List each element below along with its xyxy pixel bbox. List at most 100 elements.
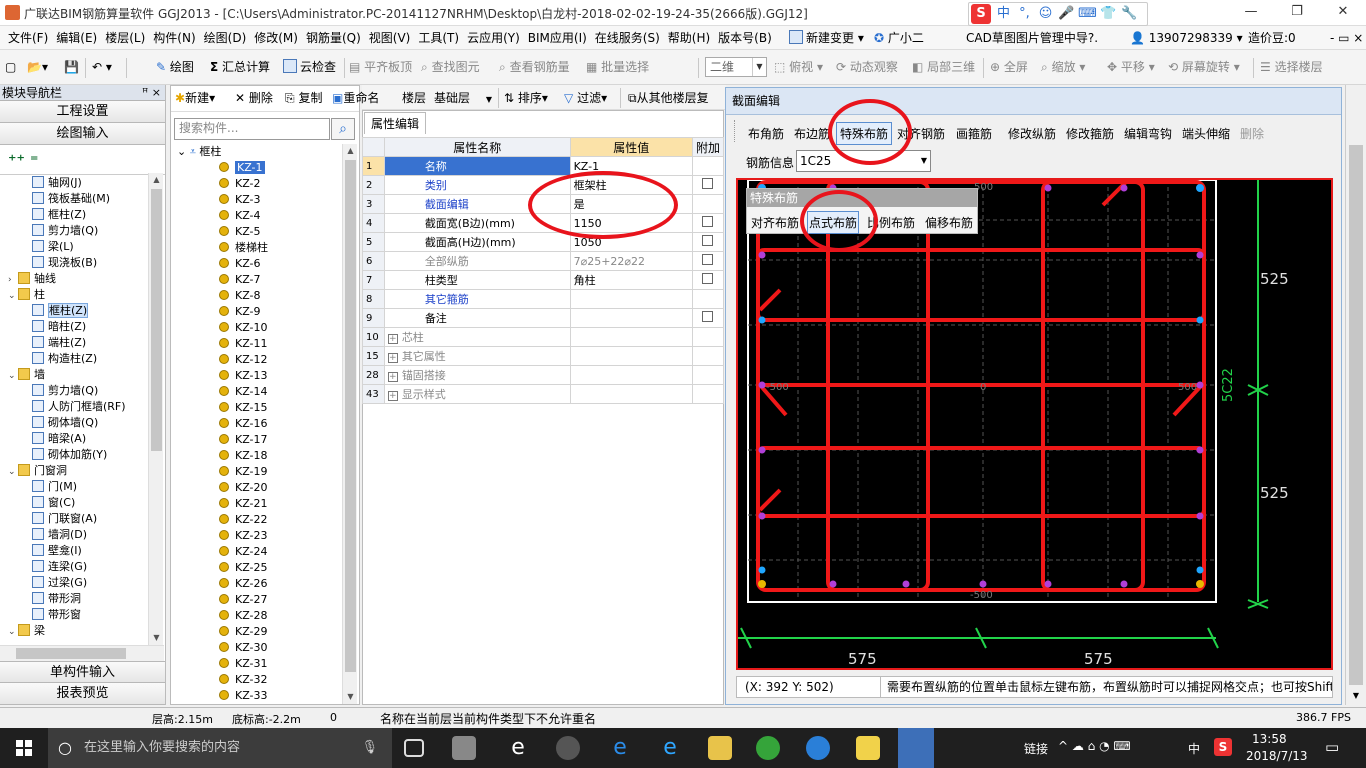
component-item[interactable]: KZ-26 (171, 576, 341, 592)
component-item[interactable]: KZ-22 (171, 512, 341, 528)
menu-draw[interactable]: 绘图(D) (200, 26, 251, 50)
start-button[interactable] (0, 728, 48, 768)
nav-tree-item[interactable]: ⌄ 梁 (0, 623, 165, 639)
edge-rebar-button[interactable]: 布边筋 (794, 125, 830, 142)
corner-rebar-button[interactable]: 布角筋 (748, 125, 784, 142)
rotate-button[interactable]: ⟲ 屏幕旋转 ▾ (1168, 59, 1240, 75)
ime-skin-icon[interactable]: 👕 (1098, 3, 1119, 25)
nav-tree-item[interactable]: 墙洞(D) (0, 527, 165, 543)
save-icon[interactable]: 💾 (64, 59, 79, 75)
menu-tools[interactable]: 工具(T) (414, 26, 463, 50)
project-settings-button[interactable]: 工程设置 (0, 101, 165, 123)
nav-tree-item[interactable]: 过梁(G) (0, 575, 165, 591)
edge-icon[interactable]: e (608, 736, 632, 760)
nav-tree-item[interactable]: 暗梁(A) (0, 431, 165, 447)
component-item[interactable]: KZ-17 (171, 432, 341, 448)
component-item[interactable]: KZ-23 (171, 528, 341, 544)
menu-modify[interactable]: 修改(M) (250, 26, 302, 50)
app-green-icon[interactable] (756, 736, 780, 760)
component-item[interactable]: KZ-33 (171, 688, 341, 704)
user-account[interactable]: 👤 13907298339 ▾ (1130, 26, 1243, 50)
component-item[interactable]: KZ-7 (171, 272, 341, 288)
menu-help[interactable]: 帮助(H) (664, 26, 714, 50)
nav-tree-item[interactable]: ⌄ 墙 (0, 367, 165, 383)
modify-stirrup-button[interactable]: 修改箍筋 (1066, 125, 1114, 142)
property-row[interactable]: 1 名称 KZ-1 (362, 156, 725, 176)
nav-tree-item[interactable]: ⌄ 柱 (0, 287, 165, 303)
property-extra[interactable] (691, 213, 725, 233)
local-3d-button[interactable]: ◧ 局部三维 (912, 59, 975, 75)
property-row[interactable]: 6 全部纵筋 7⌀25+22⌀22 (362, 251, 725, 271)
ime-punct[interactable]: °, (1014, 3, 1035, 25)
find-element-button[interactable]: ⌕ 查找图元 (421, 59, 480, 75)
extra-checkbox[interactable] (702, 311, 714, 322)
collapse-all-icon[interactable]: ⁼ (30, 151, 38, 170)
section-canvas[interactable]: -500 0 500 500 -500 525 525 575 575 5C22 (736, 178, 1333, 670)
ime-keyboard-icon[interactable]: ⌨ (1077, 3, 1098, 25)
new-file-icon[interactable]: ▢ (5, 59, 16, 75)
component-item[interactable]: KZ-19 (171, 464, 341, 480)
property-extra[interactable] (691, 308, 725, 328)
nav-tree-item[interactable]: ⌄ 门窗洞 (0, 463, 165, 479)
component-item[interactable]: KZ-25 (171, 560, 341, 576)
component-item[interactable]: KZ-3 (171, 192, 341, 208)
clock-time[interactable]: 13:58 (1252, 732, 1287, 746)
component-item[interactable]: KZ-29 (171, 624, 341, 640)
property-row[interactable]: 15 + 其它属性 (362, 346, 725, 366)
component-item[interactable]: KZ-30 (171, 640, 341, 656)
menu-view[interactable]: 视图(V) (365, 26, 415, 50)
property-value[interactable]: 角柱 (569, 270, 693, 290)
nav-tree-item[interactable]: 现浇板(B) (0, 255, 165, 271)
extra-checkbox[interactable] (702, 216, 714, 227)
property-value[interactable] (569, 384, 693, 404)
nav-tree-item[interactable]: 框柱(Z) (0, 207, 165, 223)
minimize-button[interactable]: — (1228, 0, 1274, 26)
cloud-check-button[interactable]: 云检查 (283, 59, 336, 75)
tree-toggle-icon[interactable]: ⌄ (8, 288, 18, 304)
component-item[interactable]: KZ-28 (171, 608, 341, 624)
new-change-button[interactable]: 新建变更 ▾ (789, 26, 864, 50)
nav-tree-item[interactable]: › 轴线 (0, 271, 165, 287)
offset-layout-button[interactable]: 偏移布筋 (925, 214, 973, 231)
new-component-button[interactable]: ✱新建▾ (175, 90, 215, 106)
component-item[interactable]: KZ-8 (171, 288, 341, 304)
menu-rebar-qty[interactable]: 钢筋量(Q) (302, 26, 365, 50)
menu-online[interactable]: 在线服务(S) (591, 26, 664, 50)
fullscreen-button[interactable]: ⊕ 全屏 (990, 59, 1028, 75)
assistant-button[interactable]: ✪ 广小二 (874, 26, 924, 50)
component-item[interactable]: KZ-24 (171, 544, 341, 560)
ime-toolbar[interactable]: S 中 °, ☺ 🎤 ⌨ 👕 🔧 (968, 2, 1148, 26)
view-rebar-button[interactable]: ⌕ 查看钢筋量 (499, 59, 570, 75)
clock-date[interactable]: 2018/7/13 (1246, 749, 1308, 763)
component-item[interactable]: KZ-5 (171, 224, 341, 240)
component-item[interactable]: KZ-18 (171, 448, 341, 464)
single-input-button[interactable]: 单构件输入 (0, 661, 165, 683)
nav-tree-item[interactable]: 构造柱(Z) (0, 351, 165, 367)
scroll-down-icon[interactable]: ▼ (1346, 691, 1366, 705)
tray-icons[interactable]: ^ ☁ ⌂ ◔ ⌨ (1058, 739, 1131, 753)
menu-version[interactable]: 版本号(B) (714, 26, 776, 50)
expand-icon[interactable]: + (387, 353, 398, 363)
scroll-up-icon[interactable]: ▲ (343, 144, 358, 158)
expand-icon[interactable]: + (387, 391, 398, 401)
nav-tree-item[interactable]: 连梁(G) (0, 559, 165, 575)
menu-bim[interactable]: BIM应用(I) (524, 26, 591, 50)
ime-emoji-icon[interactable]: ☺ (1035, 3, 1056, 25)
report-preview-button[interactable]: 报表预览 (0, 683, 165, 705)
property-tab[interactable]: 属性编辑 (364, 112, 427, 134)
property-value[interactable] (569, 346, 693, 366)
component-item[interactable]: KZ-15 (171, 400, 341, 416)
menu-restore-button[interactable]: - ▭ × (1330, 26, 1363, 50)
align-top-button[interactable]: ▤ 平齐板顶 (349, 59, 412, 75)
draw-button[interactable]: ✎ 绘图 (156, 59, 194, 75)
sort-button[interactable]: ⇅ 排序▾ (504, 90, 548, 106)
scroll-down-icon[interactable]: ▼ (343, 690, 358, 704)
zoom-button[interactable]: ⌕ 缩放 ▾ (1041, 59, 1085, 75)
nav-tree-item[interactable]: 剪力墙(Q) (0, 223, 165, 239)
property-value[interactable] (569, 365, 693, 385)
taskbar-link[interactable]: 链接 (1024, 740, 1048, 757)
nav-tree-item[interactable]: 暗柱(Z) (0, 319, 165, 335)
menu-edit[interactable]: 编辑(E) (52, 26, 101, 50)
component-item[interactable]: KZ-20 (171, 480, 341, 496)
property-row[interactable]: 43 + 显示样式 (362, 384, 725, 404)
